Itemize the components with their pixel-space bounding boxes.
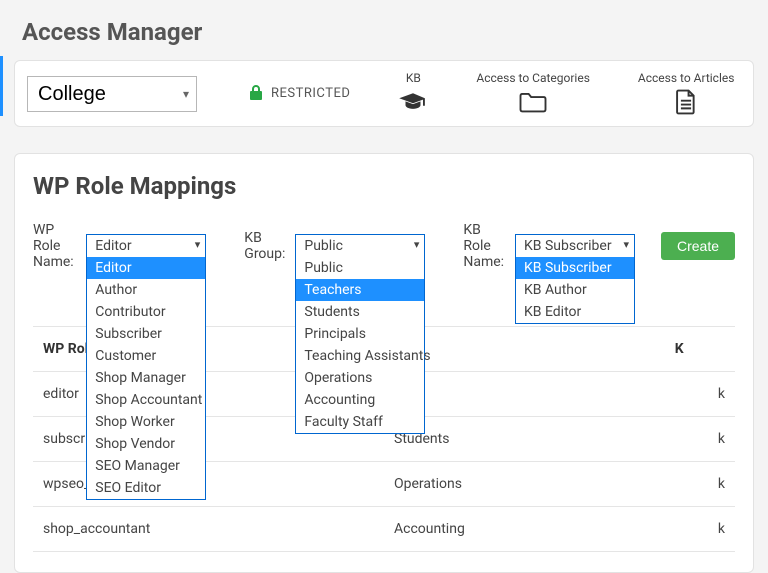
kb-select[interactable]: College: [27, 76, 197, 112]
combo-option[interactable]: Subscriber: [87, 323, 205, 345]
tab-categories-label: Access to Categories: [476, 71, 590, 85]
combo-option[interactable]: SEO Manager: [87, 455, 205, 477]
wp-role-selected: Editor: [95, 238, 131, 254]
combo-option[interactable]: KB Subscriber: [516, 257, 634, 279]
kb-group-selected: Public: [304, 238, 343, 254]
cell-kb-group: Students: [384, 417, 665, 462]
tab-categories[interactable]: Access to Categories: [476, 71, 590, 116]
kb-group-combo[interactable]: Public PublicTeachersStudentsPrincipalsT…: [295, 234, 425, 258]
tab-kb[interactable]: KB: [398, 71, 428, 116]
page-title: Access Manager: [0, 0, 768, 60]
combo-option[interactable]: SEO Editor: [87, 477, 205, 499]
combo-option[interactable]: Shop Accountant: [87, 389, 205, 411]
cell-kb-group: [384, 372, 665, 417]
cell-kb: k: [665, 462, 735, 507]
kb-group-label: KB Group:: [244, 230, 285, 262]
wp-role-list: EditorAuthorContributorSubscriberCustome…: [86, 257, 206, 500]
kb-role-selected: KB Subscriber: [524, 238, 612, 254]
cell-kb-group: Accounting: [384, 507, 665, 552]
kb-role-list: KB SubscriberKB AuthorKB Editor: [515, 257, 635, 324]
combo-option[interactable]: KB Author: [516, 279, 634, 301]
toolbar: College RESTRICTED KB Access to Categori…: [14, 60, 754, 127]
tab-articles[interactable]: Access to Articles: [638, 71, 735, 116]
panel-title: WP Role Mappings: [33, 172, 735, 200]
combo-option[interactable]: Accounting: [296, 389, 424, 411]
combo-option[interactable]: Public: [296, 257, 424, 279]
wp-role-label: WP Role Name:: [33, 222, 76, 270]
combo-option[interactable]: Editor: [87, 257, 205, 279]
combo-option[interactable]: Shop Manager: [87, 367, 205, 389]
combo-option[interactable]: Shop Vendor: [87, 433, 205, 455]
combo-option[interactable]: KB Editor: [516, 301, 634, 323]
combo-option[interactable]: Shop Worker: [87, 411, 205, 433]
folder-icon: [518, 88, 548, 116]
kb-role-label: KB Role Name:: [463, 222, 505, 270]
controls-row: WP Role Name: Editor EditorAuthorContrib…: [33, 222, 735, 270]
combo-option[interactable]: Faculty Staff: [296, 411, 424, 433]
cell-kb: k: [665, 372, 735, 417]
combo-option[interactable]: Teachers: [296, 279, 424, 301]
cell-kb: k: [665, 417, 735, 462]
kb-group-list: PublicTeachersStudentsPrincipalsTeaching…: [295, 257, 425, 434]
toolbar-tabs: KB Access to Categories Access to Articl…: [398, 71, 734, 116]
lock-icon: [249, 84, 263, 104]
combo-option[interactable]: Operations: [296, 367, 424, 389]
combo-option[interactable]: Principals: [296, 323, 424, 345]
th-kb: K: [665, 327, 735, 372]
tab-kb-label: KB: [406, 71, 421, 85]
accent-stripe: [0, 56, 3, 116]
combo-option[interactable]: Teaching Assistants: [296, 345, 424, 367]
restricted-label: RESTRICTED: [271, 86, 350, 101]
graduation-cap-icon: [398, 88, 428, 116]
create-button[interactable]: Create: [661, 232, 735, 260]
tab-articles-label: Access to Articles: [638, 71, 735, 85]
kb-role-combo[interactable]: KB Subscriber KB SubscriberKB AuthorKB E…: [515, 234, 635, 258]
cell-kb: k: [665, 507, 735, 552]
cell-kb-group: Operations: [384, 462, 665, 507]
cell-wp-role: shop_accountant: [33, 507, 384, 552]
combo-option[interactable]: Students: [296, 301, 424, 323]
table-row: shop_accountantAccountingk: [33, 507, 735, 552]
combo-option[interactable]: Customer: [87, 345, 205, 367]
combo-option[interactable]: Contributor: [87, 301, 205, 323]
wp-role-combo[interactable]: Editor EditorAuthorContributorSubscriber…: [86, 234, 206, 258]
restricted-badge: RESTRICTED: [249, 84, 350, 104]
combo-option[interactable]: Author: [87, 279, 205, 301]
document-icon: [671, 88, 701, 116]
role-mappings-panel: WP Role Mappings WP Role Name: Editor Ed…: [14, 153, 754, 573]
